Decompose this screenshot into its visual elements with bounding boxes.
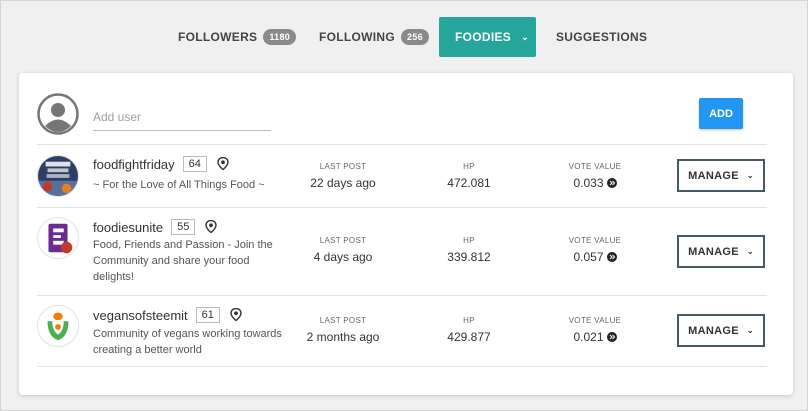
tab-bar: FOLLOWERS 1180 FOLLOWING 256 FOODIES ⌄ S… [1,17,808,57]
list-item: vegansofsteemit 61 Community of vegans w… [19,296,793,366]
vote-value-stat: VOTE VALUE 0.033 [545,162,645,190]
hp-stat: HP 339.812 [419,236,519,264]
chevron-down-icon: ⌄ [746,247,754,256]
name-line: foodfightfriday 64 [93,156,229,172]
steem-icon [606,252,617,262]
hp-label: HP [463,162,475,171]
tab-foodies-label: FOODIES [455,30,512,44]
foodies-list-card: ADD foodfightfriday 64 ~ [19,73,793,395]
vote-value: 0.033 [573,176,604,190]
user-avatar-icon [37,93,79,135]
last-post-value: 4 days ago [313,250,373,264]
tab-suggestions-label: SUGGESTIONS [556,30,648,44]
reputation-badge: 55 [171,219,196,235]
manage-label: MANAGE [688,169,739,182]
vote-value-line: 0.057 [545,250,645,264]
hp-value: 472.081 [447,176,491,190]
list-item: foodiesunite 55 Food, Friends and Passio… [19,208,793,295]
last-post-label: LAST POST [319,162,367,171]
last-post-stat: LAST POST 22 days ago [293,162,393,190]
last-post-stat: LAST POST 2 months ago [293,316,393,344]
user-description: Food, Friends and Passion - Join the Com… [93,239,273,283]
vegansofsteemit-avatar [37,305,79,347]
add-user-input[interactable] [93,103,271,131]
foodiesunite-avatar [37,217,79,259]
last-post-stat: LAST POST 4 days ago [293,236,393,264]
reputation-badge: 61 [195,307,220,323]
hp-label: HP [463,236,475,245]
followers-count-badge: 1180 [263,29,297,45]
user-description: Community of vegans working towards crea… [93,328,282,356]
username-link[interactable]: foodiesunite [93,220,163,235]
tab-following[interactable]: FOLLOWING 256 [319,17,429,57]
divider [37,366,767,367]
vote-value-stat: VOTE VALUE 0.057 [545,236,645,264]
add-user-row: ADD [19,73,793,145]
manage-button[interactable]: MANAGE ⌄ [677,235,765,268]
hp-stat: HP 429.877 [419,316,519,344]
vote-value-line: 0.033 [545,176,645,190]
tab-following-label: FOLLOWING [319,30,396,44]
add-button[interactable]: ADD [699,98,743,129]
location-pin-icon[interactable] [205,220,218,234]
location-pin-icon[interactable] [230,308,242,322]
vote-value-line: 0.021 [545,330,645,344]
hp-value: 429.877 [447,330,491,344]
last-post-label: LAST POST [319,236,367,245]
tab-suggestions[interactable]: SUGGESTIONS [556,17,647,57]
username-link[interactable]: vegansofsteemit [93,308,188,323]
name-line: vegansofsteemit 61 [93,307,242,323]
window-frame: FOLLOWERS 1180 FOLLOWING 256 FOODIES ⌄ S… [0,0,808,411]
vote-value: 0.021 [573,330,604,344]
last-post-label: LAST POST [319,316,367,325]
vote-value-label: VOTE VALUE [568,316,622,325]
location-pin-icon[interactable] [217,157,229,171]
chevron-down-icon: ⌄ [746,326,754,335]
username-link[interactable]: foodfightfriday [93,157,175,172]
tab-foodies[interactable]: FOODIES ⌄ [439,17,536,57]
vote-value-label: VOTE VALUE [568,236,622,245]
tab-followers-label: FOLLOWERS [178,30,258,44]
last-post-value: 2 months ago [306,330,380,344]
last-post-value: 22 days ago [310,176,376,190]
manage-button[interactable]: MANAGE ⌄ [677,314,765,347]
vote-value: 0.057 [573,250,604,264]
following-count-badge: 256 [401,29,429,45]
hp-value: 339.812 [447,250,491,264]
hp-stat: HP 472.081 [419,162,519,190]
steem-icon [606,178,617,188]
manage-label: MANAGE [688,245,739,258]
tab-followers[interactable]: FOLLOWERS 1180 [178,17,297,57]
steem-icon [606,332,617,342]
reputation-badge: 64 [182,156,207,172]
foodfightfriday-avatar [37,155,79,197]
chevron-down-icon: ⌄ [746,171,754,180]
list-item: foodfightfriday 64 ~ For the Love of All… [19,145,793,207]
chevron-down-icon: ⌄ [521,31,529,42]
manage-label: MANAGE [688,324,739,337]
name-line: foodiesunite 55 [93,219,218,235]
vote-value-label: VOTE VALUE [568,162,622,171]
manage-button[interactable]: MANAGE ⌄ [677,159,765,192]
user-description: ~ For the Love of All Things Food ~ [93,179,265,191]
hp-label: HP [463,316,475,325]
vote-value-stat: VOTE VALUE 0.021 [545,316,645,344]
